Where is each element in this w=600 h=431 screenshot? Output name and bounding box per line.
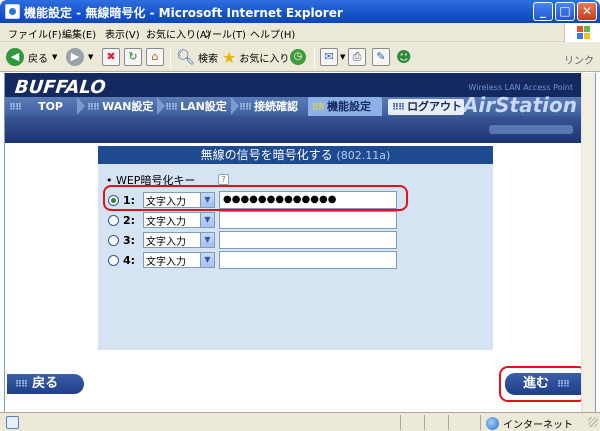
buffalo-logo: BUFFALO (13, 77, 107, 98)
menu-favorites[interactable]: お気に入り(A) (146, 26, 211, 41)
menu-tools[interactable]: ツール(T) (202, 26, 246, 41)
menu-help[interactable]: ヘルプ(H) (250, 26, 295, 41)
page-content: BUFFALO Wireless LAN Access Point AirSta… (4, 73, 596, 412)
minimize-button[interactable]: _ (533, 2, 553, 21)
forward-arrow-icon: ▶ (66, 48, 84, 66)
toolbar: ◀ 戻る ▼ ▶ ▼ ✖ ↻ ⌂ 🔍︎ 検索 ★ お気に入り ◷ ✉ ▼ ⎙ ✎… (0, 42, 600, 72)
key-3-input[interactable] (219, 231, 397, 249)
search-toolbar-label: 検索 (198, 53, 219, 65)
menu-edit[interactable]: 編集(E) (62, 26, 96, 41)
edit-button[interactable]: ✎ (372, 46, 390, 68)
close-button[interactable]: ✕ (577, 2, 597, 21)
key-4-mode-select[interactable]: 文字入力 ▼ (143, 252, 215, 268)
maximize-button[interactable]: □ (555, 2, 575, 21)
windows-logo-icon (564, 23, 600, 42)
links-label[interactable]: リンク (564, 52, 594, 67)
tab-feature-settings[interactable]: ⠿⠿ 機能設定 (308, 97, 382, 116)
key-3-mode-select[interactable]: 文字入力 ▼ (143, 232, 215, 248)
history-icon: ◷ (290, 49, 306, 65)
resize-grip[interactable] (588, 417, 598, 427)
firmware-info (489, 125, 573, 134)
chevron-down-icon: ▼ (200, 233, 214, 247)
back-toolbar-button[interactable]: ◀ 戻る ▼ (6, 46, 57, 68)
history-button[interactable]: ◷ (290, 46, 306, 68)
security-zone: インターネット (486, 416, 573, 431)
tab-wan-settings[interactable]: ⠿⠿ WAN設定 (87, 97, 153, 116)
tab-connection-check[interactable]: ⠿⠿ 接続確認 (239, 97, 298, 116)
mail-icon: ✉ (320, 48, 338, 66)
tab-top[interactable]: ⠿⠿ TOP (9, 97, 63, 116)
product-label: Wireless LAN Access Point (468, 83, 573, 92)
wep-settings-panel: 無線の信号を暗号化する (802.11a) • WEP暗号化キー ? 1: 文字… (98, 146, 493, 350)
wep-key-row: 3: 文字入力 ▼ (108, 231, 397, 249)
wep-key-row: 2: 文字入力 ▼ (108, 211, 397, 229)
status-bar: インターネット (0, 412, 600, 431)
zone-label: インターネット (503, 420, 573, 431)
dropdown-arrow-icon[interactable]: ▼ (340, 53, 345, 61)
menu-bar: ファイル(F) 編集(E) 表示(V) お気に入り(A) ツール(T) ヘルプ(… (0, 23, 600, 42)
mail-button[interactable]: ✉ ▼ (320, 46, 345, 68)
panel-title-text: 無線の信号を暗号化する (200, 148, 333, 162)
key-2-radio[interactable] (108, 214, 119, 226)
chevron-down-icon: ▼ (200, 213, 214, 227)
key-2-mode-select[interactable]: 文字入力 ▼ (143, 212, 215, 228)
highlight-next-button (499, 366, 587, 402)
dropdown-arrow-icon[interactable]: ▼ (88, 53, 93, 61)
print-button[interactable]: ⎙ (348, 46, 366, 68)
refresh-icon: ↻ (124, 48, 142, 66)
home-button[interactable]: ⌂ (146, 46, 164, 68)
ie-app-icon (5, 4, 20, 19)
menu-file[interactable]: ファイル(F) (8, 26, 62, 41)
printer-icon: ⎙ (348, 48, 366, 66)
wep-key-row: 4: 文字入力 ▼ (108, 251, 397, 269)
back-arrow-icon: ◀ (6, 48, 24, 66)
key-4-input[interactable] (219, 251, 397, 269)
stop-icon: ✖ (102, 48, 120, 66)
stop-button[interactable]: ✖ (102, 46, 120, 68)
star-icon: ★ (222, 47, 237, 67)
tab-lan-settings[interactable]: ⠿⠿ LAN設定 (165, 97, 227, 116)
back-toolbar-label: 戻る (28, 53, 48, 65)
favorites-toolbar-label: お気に入り (239, 53, 290, 65)
globe-icon (486, 417, 499, 430)
tab-logout[interactable]: ⠿⠿ ログアウト (388, 99, 464, 115)
search-icon: 🔍︎ (176, 48, 196, 66)
chevron-down-icon: ▼ (200, 253, 214, 267)
vertical-scrollbar[interactable] (581, 73, 595, 412)
menu-view[interactable]: 表示(V) (105, 26, 140, 41)
key-4-radio[interactable] (108, 254, 119, 266)
messenger-icon: ☻ (396, 48, 412, 66)
highlight-key-1 (103, 185, 408, 211)
search-toolbar-button[interactable]: 🔍︎ 検索 (176, 46, 218, 68)
favorites-toolbar-button[interactable]: ★ お気に入り (222, 46, 289, 68)
panel-title: 無線の信号を暗号化する (802.11a) (98, 146, 493, 164)
title-bar: 機能設定 - 無線暗号化 - Microsoft Internet Explor… (0, 0, 600, 23)
key-2-input[interactable] (219, 211, 397, 229)
page-icon (6, 416, 19, 429)
refresh-button[interactable]: ↻ (124, 46, 142, 68)
forward-toolbar-button[interactable]: ▶ ▼ (66, 46, 93, 68)
home-icon: ⌂ (146, 48, 164, 66)
key-3-radio[interactable] (108, 234, 119, 246)
key-3-number: 3: (123, 233, 136, 247)
back-button[interactable]: ⠿⠿ 戻る (7, 374, 84, 394)
airstation-logo: AirStation (462, 93, 577, 117)
help-icon[interactable]: ? (218, 174, 229, 185)
key-4-number: 4: (123, 253, 136, 267)
buffalo-header: BUFFALO Wireless LAN Access Point AirSta… (5, 73, 595, 143)
dropdown-arrow-icon[interactable]: ▼ (52, 53, 57, 61)
edit-icon: ✎ (372, 48, 390, 66)
window-title: 機能設定 - 無線暗号化 - Microsoft Internet Explor… (24, 6, 343, 20)
messenger-button[interactable]: ☻ (396, 46, 412, 68)
key-2-number: 2: (123, 213, 136, 227)
panel-title-subtitle: (802.11a) (336, 149, 391, 162)
